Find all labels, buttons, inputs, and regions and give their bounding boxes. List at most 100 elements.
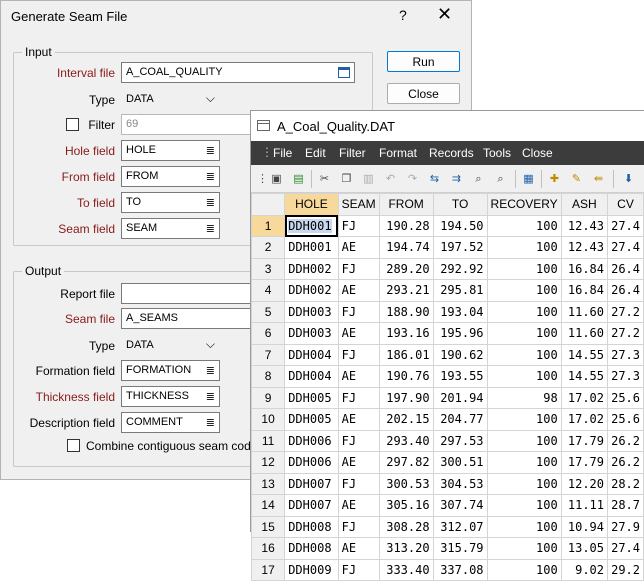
table-cell[interactable]: 27.4 <box>607 214 644 237</box>
table-cell[interactable]: 292.92 <box>432 257 488 280</box>
row-header[interactable]: 9 <box>250 386 286 409</box>
table-cell[interactable]: 297.82 <box>378 451 434 474</box>
table-cell[interactable]: DDH007 <box>284 494 339 517</box>
description-field-input[interactable]: COMMENT ≣ <box>121 412 220 433</box>
edit-field-icon[interactable]: ✎ <box>569 172 584 186</box>
table-cell[interactable]: 27.2 <box>607 322 644 345</box>
run-button[interactable]: Run <box>387 51 460 72</box>
table-cell[interactable]: 193.16 <box>378 322 434 345</box>
table-cell[interactable]: 312.07 <box>432 515 488 538</box>
formation-field-input[interactable]: FORMATION ≣ <box>121 360 220 381</box>
column-header[interactable]: HOLE <box>284 193 339 216</box>
table-cell[interactable]: 27.2 <box>607 300 644 323</box>
table-cell[interactable]: DDH005 <box>284 386 339 409</box>
table-cell[interactable]: DDH008 <box>284 515 339 538</box>
menu-edit[interactable]: Edit <box>305 146 326 160</box>
table-cell[interactable]: 100 <box>486 558 562 581</box>
table-cell[interactable]: 293.40 <box>378 429 434 452</box>
row-header[interactable]: 1 <box>250 214 286 237</box>
table-cell[interactable]: 13.05 <box>560 537 609 560</box>
table-cell[interactable]: 28.2 <box>607 472 644 495</box>
table-cell[interactable]: 197.90 <box>378 386 434 409</box>
table-cell[interactable]: FJ <box>337 343 380 366</box>
table-cell[interactable]: FJ <box>337 386 380 409</box>
table-cell[interactable]: 313.20 <box>378 537 434 560</box>
append-record-icon[interactable]: ⇉ <box>449 172 464 186</box>
table-cell[interactable]: 197.52 <box>432 236 488 259</box>
table-cell[interactable]: 26.4 <box>607 257 644 280</box>
list-icon[interactable]: ≣ <box>206 170 215 183</box>
copy-icon[interactable]: ❐ <box>339 172 354 186</box>
table-cell[interactable]: 190.76 <box>378 365 434 388</box>
table-cell[interactable]: 305.16 <box>378 494 434 517</box>
interval-file-input[interactable]: A_COAL_QUALITY <box>121 62 355 83</box>
table-cell[interactable]: FJ <box>337 429 380 452</box>
table-cell[interactable]: 337.08 <box>432 558 488 581</box>
table-cell[interactable]: 190.62 <box>432 343 488 366</box>
table-cell[interactable]: 295.81 <box>432 279 488 302</box>
report-file-input[interactable] <box>121 283 251 304</box>
list-icon[interactable]: ≣ <box>206 416 215 429</box>
table-cell[interactable]: FJ <box>337 558 380 581</box>
table-cell[interactable]: DDH004 <box>284 365 339 388</box>
combine-seams-checkbox[interactable] <box>67 439 80 452</box>
table-cell[interactable]: 307.74 <box>432 494 488 517</box>
table-cell[interactable]: DDH005 <box>284 408 339 431</box>
table-cell[interactable]: 100 <box>486 279 562 302</box>
table-cell[interactable]: DDH009 <box>284 558 339 581</box>
row-header[interactable]: 16 <box>250 537 286 560</box>
list-icon[interactable]: ≣ <box>206 222 215 235</box>
table-cell[interactable]: FJ <box>337 300 380 323</box>
table-cell[interactable]: 300.51 <box>432 451 488 474</box>
table-cell[interactable]: 100 <box>486 472 562 495</box>
row-header[interactable]: 13 <box>250 472 286 495</box>
menu-format[interactable]: Format <box>379 146 417 160</box>
row-header[interactable]: 15 <box>250 515 286 538</box>
table-cell[interactable]: FJ <box>337 214 380 237</box>
type-select[interactable]: DATA ⌵ <box>121 89 220 110</box>
table-cell[interactable]: 100 <box>486 515 562 538</box>
table-cell[interactable]: 195.96 <box>432 322 488 345</box>
row-header[interactable]: 6 <box>250 322 286 345</box>
output-type-select[interactable]: DATA ⌵ <box>121 335 220 356</box>
row-header[interactable]: 2 <box>250 236 286 259</box>
menu-filter[interactable]: Filter <box>339 146 366 160</box>
table-cell[interactable]: 12.43 <box>560 236 609 259</box>
table-cell[interactable]: 28.7 <box>607 494 644 517</box>
table-cell[interactable]: DDH001 <box>284 214 339 237</box>
table-cell[interactable]: 17.79 <box>560 451 609 474</box>
table-cell[interactable]: AE <box>337 537 380 560</box>
chevron-down-icon[interactable]: ⌵ <box>206 91 215 106</box>
paste-icon[interactable]: ▥ <box>361 172 376 186</box>
row-header[interactable]: 7 <box>250 343 286 366</box>
table-cell[interactable]: 186.01 <box>378 343 434 366</box>
menu-tools[interactable]: Tools <box>483 146 511 160</box>
table-cell[interactable]: 100 <box>486 343 562 366</box>
seam-file-input[interactable]: A_SEAMS <box>121 308 251 329</box>
seam-field-input[interactable]: SEAM ≣ <box>121 218 220 239</box>
table-cell[interactable]: 100 <box>486 537 562 560</box>
table-cell[interactable]: 194.50 <box>432 214 488 237</box>
find-icon[interactable]: ⌕ <box>471 172 486 186</box>
table-cell[interactable]: 194.74 <box>378 236 434 259</box>
columns-icon[interactable]: ▦ <box>521 172 536 186</box>
filter-input[interactable]: 69 <box>121 114 251 135</box>
table-cell[interactable]: 188.90 <box>378 300 434 323</box>
row-header[interactable]: 10 <box>250 408 286 431</box>
table-cell[interactable]: 100 <box>486 236 562 259</box>
to-field-input[interactable]: TO ≣ <box>121 192 220 213</box>
table-cell[interactable]: AE <box>337 279 380 302</box>
table-cell[interactable]: DDH001 <box>284 236 339 259</box>
table-cell[interactable]: 17.79 <box>560 429 609 452</box>
table-cell[interactable]: 11.60 <box>560 322 609 345</box>
column-header[interactable]: RECOVERY <box>486 193 562 216</box>
hole-field-input[interactable]: HOLE ≣ <box>121 140 220 161</box>
table-cell[interactable]: DDH008 <box>284 537 339 560</box>
table-cell[interactable]: 16.84 <box>560 279 609 302</box>
table-cell[interactable]: 12.20 <box>560 472 609 495</box>
table-cell[interactable]: 202.15 <box>378 408 434 431</box>
table-cell[interactable]: 304.53 <box>432 472 488 495</box>
cut-icon[interactable]: ✂ <box>317 172 332 186</box>
chevron-down-icon[interactable]: ⌵ <box>206 337 215 352</box>
table-cell[interactable]: AE <box>337 408 380 431</box>
